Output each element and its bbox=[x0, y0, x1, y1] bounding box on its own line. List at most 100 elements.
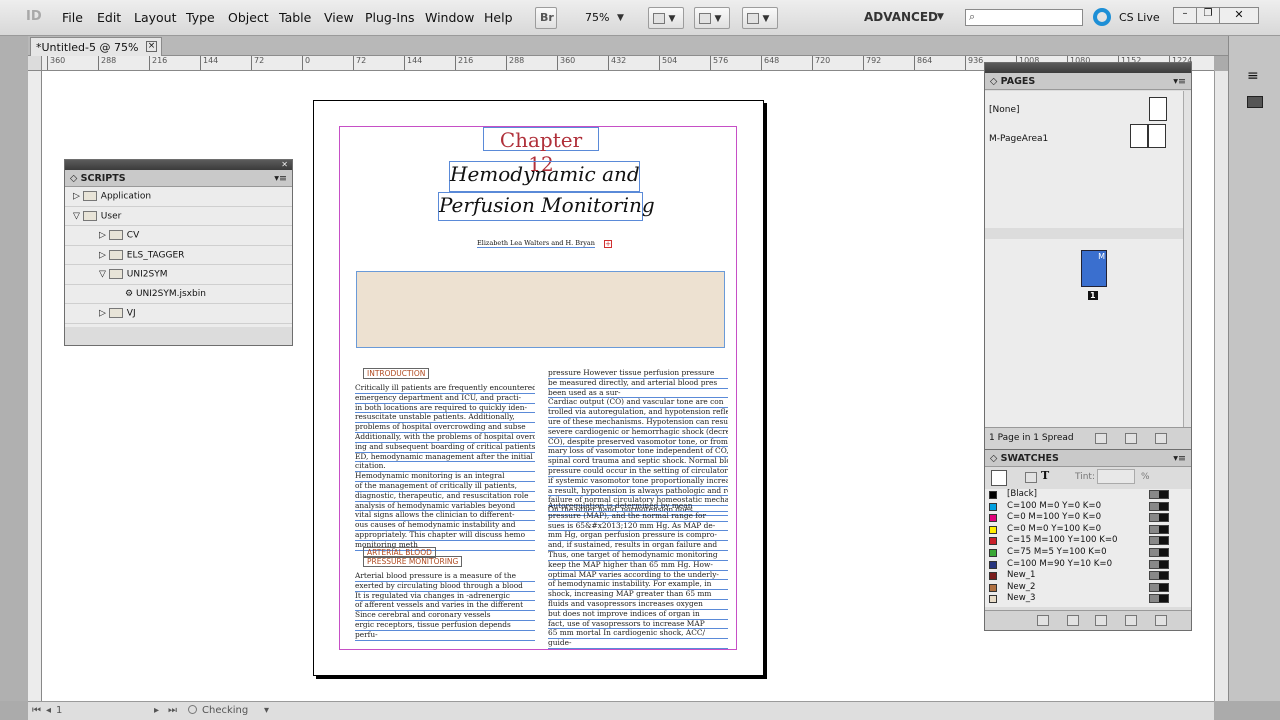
swatch-row[interactable]: C=100 M=0 Y=0 K=0 bbox=[985, 501, 1191, 513]
menu-view[interactable]: View bbox=[324, 10, 354, 25]
disclosure-triangle-icon[interactable]: ▷ bbox=[99, 250, 109, 260]
preflight-status-text[interactable]: Checking bbox=[202, 705, 248, 716]
swatch-row[interactable]: New_2 bbox=[985, 582, 1191, 594]
disclosure-triangle-icon[interactable]: ▽ bbox=[99, 270, 109, 280]
cs-live-label[interactable]: CS Live bbox=[1119, 11, 1160, 24]
menu-window[interactable]: Window bbox=[425, 10, 474, 25]
panel-title-bar[interactable] bbox=[985, 63, 1191, 73]
prev-page-icon[interactable]: ◂ bbox=[46, 705, 51, 716]
image-placeholder-frame[interactable] bbox=[356, 271, 725, 348]
script-tree-item[interactable]: ▷ ELS_TAGGER bbox=[65, 245, 292, 265]
minimize-button[interactable]: – bbox=[1173, 7, 1197, 24]
pages-scrollbar[interactable] bbox=[1183, 91, 1191, 427]
panel-menu-icon[interactable]: ▾≡ bbox=[1173, 76, 1186, 87]
zoom-value[interactable]: 75% bbox=[585, 11, 609, 24]
close-panel-icon[interactable]: ✕ bbox=[281, 160, 288, 169]
panel-menu-icon[interactable]: ▾≡ bbox=[1173, 453, 1186, 464]
menu-file[interactable]: File bbox=[62, 10, 83, 25]
column2-text-frame[interactable]: pressure However tissue perfusion pressu… bbox=[548, 369, 728, 516]
formatting-text-icon[interactable]: T bbox=[1041, 469, 1049, 482]
cs-live-icon[interactable] bbox=[1093, 8, 1111, 26]
tint-field[interactable] bbox=[1097, 469, 1135, 484]
restore-button[interactable]: ❐ bbox=[1196, 7, 1220, 24]
swatch-row[interactable]: [Black] bbox=[985, 489, 1191, 501]
overset-icon[interactable]: + bbox=[604, 240, 612, 248]
column2b-text-frame[interactable]: Autoregulation is determined by mean pres… bbox=[548, 502, 728, 649]
pages-panel-icon[interactable]: ≡ bbox=[1247, 68, 1259, 84]
chapter-frame[interactable]: Chapter 12 bbox=[483, 127, 599, 176]
vertical-ruler[interactable] bbox=[28, 71, 42, 701]
preflight-menu-icon[interactable]: ▾ bbox=[264, 705, 269, 716]
column1b-text-frame[interactable]: Arterial blood pressure is a measure of … bbox=[355, 572, 535, 641]
master-left-thumb[interactable] bbox=[1130, 124, 1148, 148]
menu-help[interactable]: Help bbox=[484, 10, 513, 25]
master-page-label[interactable]: M-PageArea1 bbox=[989, 134, 1048, 144]
script-tree-item[interactable]: ▽ User bbox=[65, 206, 292, 226]
disclosure-triangle-icon[interactable]: ▽ bbox=[73, 211, 83, 221]
show-all-swatches-icon[interactable] bbox=[1037, 615, 1049, 626]
script-tree-item[interactable]: ⚙ UNI2SYM.jsxbin bbox=[65, 284, 292, 304]
script-tree-item[interactable]: ▷ CV bbox=[65, 226, 292, 246]
bridge-button[interactable]: Br bbox=[535, 7, 557, 29]
script-tree-item[interactable]: ▷ Application bbox=[65, 187, 292, 207]
swatch-row[interactable]: C=0 M=100 Y=0 K=0 bbox=[985, 512, 1191, 524]
close-window-button[interactable]: ✕ bbox=[1219, 7, 1259, 24]
heading-pressure-monitoring[interactable]: PRESSURE MONITORING bbox=[363, 556, 463, 567]
page-size-icon[interactable] bbox=[1095, 433, 1107, 444]
menu-edit[interactable]: Edit bbox=[97, 10, 121, 25]
show-gradient-swatches-icon[interactable] bbox=[1095, 615, 1107, 626]
fill-stroke-icon[interactable] bbox=[991, 470, 1007, 486]
master-right-thumb[interactable] bbox=[1148, 124, 1166, 148]
none-master-label[interactable]: [None] bbox=[989, 105, 1020, 115]
delete-swatch-icon[interactable] bbox=[1155, 615, 1167, 626]
new-swatch-icon[interactable] bbox=[1125, 615, 1137, 626]
heading-introduction[interactable]: INTRODUCTION bbox=[363, 368, 430, 379]
panel-title-bar[interactable]: ✕ bbox=[65, 160, 292, 170]
panel-menu-icon[interactable]: ▾≡ bbox=[274, 173, 287, 184]
page-1-thumb[interactable]: M bbox=[1081, 250, 1107, 287]
swatches-panel-icon[interactable] bbox=[1247, 96, 1263, 108]
script-tree-item[interactable]: ▽ UNI2SYM bbox=[65, 265, 292, 285]
workspace-switcher[interactable]: ADVANCED bbox=[864, 10, 938, 24]
delete-page-icon[interactable] bbox=[1155, 433, 1167, 444]
document-tab[interactable]: *Untitled-5 @ 75% × bbox=[30, 37, 162, 56]
close-tab-button[interactable]: × bbox=[146, 41, 157, 52]
swatch-row[interactable]: C=100 M=90 Y=10 K=0 bbox=[985, 559, 1191, 571]
ruler-origin[interactable] bbox=[28, 56, 42, 71]
vertical-scrollbar[interactable] bbox=[1214, 71, 1228, 701]
search-input[interactable]: ⌕ bbox=[965, 9, 1083, 26]
menu-object[interactable]: Object bbox=[228, 10, 269, 25]
arrange-documents-button[interactable]: ▼ bbox=[742, 7, 778, 29]
swatch-row[interactable]: C=15 M=100 Y=100 K=0 bbox=[985, 535, 1191, 547]
show-color-swatches-icon[interactable] bbox=[1067, 615, 1079, 626]
swatch-row[interactable]: C=75 M=5 Y=100 K=0 bbox=[985, 547, 1191, 559]
swatches-tab[interactable]: ◇ SWATCHES ▾≡ bbox=[985, 450, 1191, 467]
screen-mode-button[interactable]: ▼ bbox=[694, 7, 730, 29]
zoom-chevron-icon[interactable]: ▼ bbox=[617, 13, 624, 23]
page-number-field[interactable]: 1 bbox=[56, 705, 62, 716]
disclosure-triangle-icon[interactable]: ▷ bbox=[99, 309, 109, 319]
preflight-status-icon[interactable] bbox=[188, 705, 197, 714]
last-page-icon[interactable]: ⏭ bbox=[168, 705, 177, 716]
disclosure-triangle-icon[interactable]: ▷ bbox=[73, 192, 83, 202]
title-frame-2[interactable]: Perfusion Monitoring bbox=[438, 192, 655, 221]
authors-line[interactable]: Elizabeth Lea Walters and H. Bryan bbox=[477, 239, 595, 248]
pages-tab[interactable]: ◇ PAGES ▾≡ bbox=[985, 73, 1191, 90]
new-page-icon[interactable] bbox=[1125, 433, 1137, 444]
formatting-container-icon[interactable] bbox=[1025, 472, 1037, 483]
menu-layout[interactable]: Layout bbox=[134, 10, 177, 25]
disclosure-triangle-icon[interactable]: ▷ bbox=[99, 231, 109, 241]
workspace-chevron-icon[interactable]: ▼ bbox=[937, 12, 944, 22]
title-frame-1[interactable]: Hemodynamic and bbox=[449, 161, 640, 192]
next-page-icon[interactable]: ▸ bbox=[154, 705, 159, 716]
first-page-icon[interactable]: ⏮ bbox=[32, 705, 41, 716]
column1-text-frame[interactable]: Critically ill patients are frequently e… bbox=[355, 384, 535, 551]
menu-plugins[interactable]: Plug-Ins bbox=[365, 10, 415, 25]
menu-table[interactable]: Table bbox=[279, 10, 311, 25]
scripts-tab[interactable]: ◇ SCRIPTS ▾≡ bbox=[65, 170, 292, 187]
view-options-button[interactable]: ▼ bbox=[648, 7, 684, 29]
swatch-row[interactable]: New_3 bbox=[985, 593, 1191, 605]
none-master-thumb[interactable] bbox=[1149, 97, 1167, 121]
script-tree-item[interactable]: ▷ VJ bbox=[65, 304, 292, 324]
menu-type[interactable]: Type bbox=[186, 10, 215, 25]
